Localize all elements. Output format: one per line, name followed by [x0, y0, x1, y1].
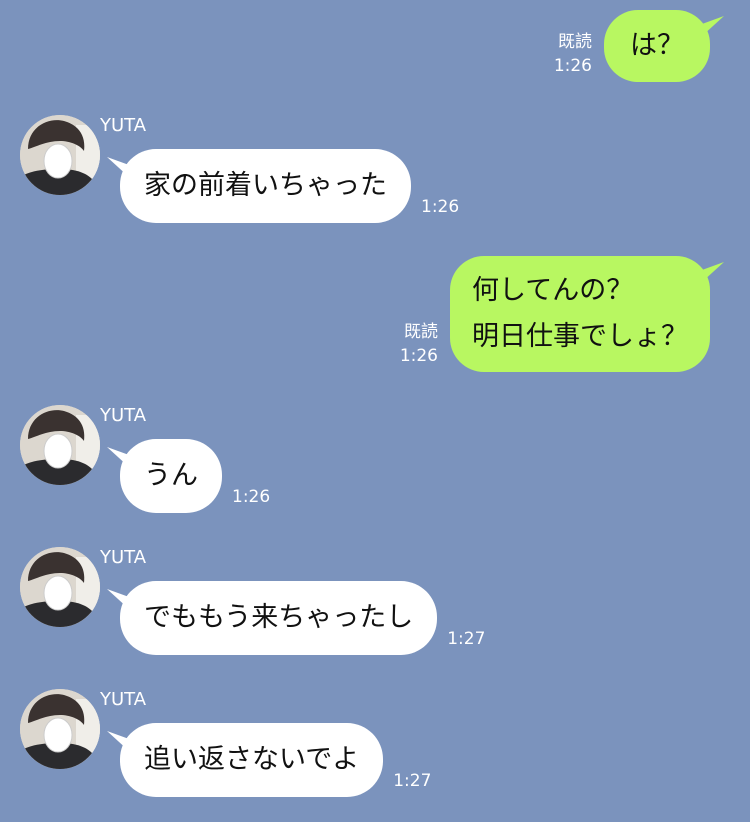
- message-bubble[interactable]: 家の前着いちゃった: [120, 149, 411, 223]
- read-receipt: 既読: [558, 32, 592, 52]
- avatar[interactable]: [20, 689, 100, 769]
- message-time: 1:26: [399, 346, 438, 366]
- message-text: 明日仕事でしょ？: [472, 321, 688, 352]
- message-meta: 既読 1:26: [400, 320, 438, 368]
- avatar[interactable]: [20, 547, 100, 627]
- message-bubble[interactable]: は？: [604, 10, 710, 82]
- message-text: でももう来ちゃったし: [144, 602, 414, 633]
- outgoing-message: 既読 1:26 は？: [554, 10, 710, 82]
- avatar[interactable]: [20, 115, 100, 195]
- message-text: 追い返さないでよ: [144, 744, 360, 775]
- outgoing-message: 既読 1:26 何してんの？ 明日仕事でしょ？: [400, 256, 710, 372]
- avatar[interactable]: [20, 405, 100, 485]
- message-time: 1:26: [232, 487, 271, 507]
- message-text: 何してんの？: [472, 275, 634, 306]
- message-time: 1:27: [447, 629, 486, 649]
- message-bubble[interactable]: うん: [120, 439, 222, 513]
- read-receipt: 既読: [404, 322, 438, 342]
- message-text: うん: [144, 460, 198, 491]
- message-text: は？: [630, 30, 684, 61]
- message-bubble[interactable]: 何してんの？ 明日仕事でしょ？: [450, 256, 710, 372]
- message-meta: 既読 1:26: [554, 30, 592, 78]
- sender-name: YUTA: [100, 115, 147, 136]
- message-bubble[interactable]: でももう来ちゃったし: [120, 581, 438, 655]
- message-time: 1:26: [553, 56, 592, 76]
- sender-name: YUTA: [100, 689, 147, 710]
- message-time: 1:27: [393, 771, 432, 791]
- sender-name: YUTA: [100, 405, 147, 426]
- message-time: 1:26: [421, 197, 460, 217]
- message-text: 家の前着いちゃった: [144, 170, 387, 201]
- sender-name: YUTA: [100, 547, 147, 568]
- chat-area[interactable]: 既読 1:26 は？ YUTA 家の前着いちゃった 1:26 既読 1:26 何…: [0, 0, 750, 822]
- message-bubble[interactable]: 追い返さないでよ: [120, 723, 384, 797]
